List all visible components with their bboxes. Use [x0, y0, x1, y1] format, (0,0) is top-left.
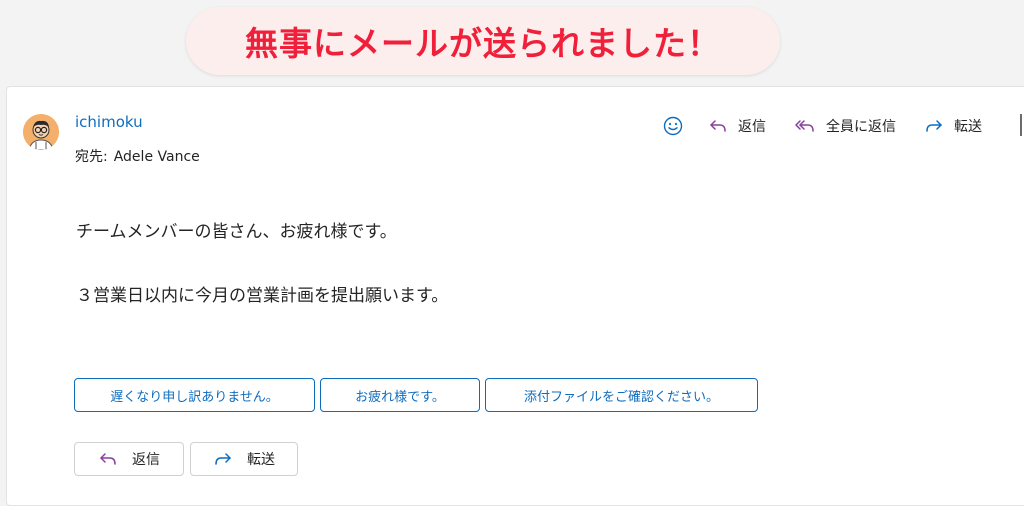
to-label: 宛先:	[75, 149, 108, 165]
bottom-reply-button[interactable]: 返信	[74, 442, 184, 476]
sent-notification-banner: 無事にメールが送られました！	[186, 7, 780, 75]
reply-arrow-icon	[100, 453, 116, 465]
message-body-line: ３営業日以内に今月の営業計画を提出願います。	[76, 286, 449, 306]
sender-name[interactable]: ichimoku	[75, 113, 143, 131]
message-body-line: チームメンバーの皆さん、お疲れ様です。	[76, 222, 397, 242]
forward-arrow-icon	[926, 120, 942, 132]
reply-all-button[interactable]: 全員に返信	[794, 116, 896, 136]
smiley-icon	[663, 116, 683, 136]
bottom-forward-label: 転送	[247, 452, 275, 468]
avatar[interactable]	[23, 114, 59, 150]
recipient-line: 宛先: Adele Vance	[75, 146, 200, 166]
avatar-icon	[23, 114, 59, 150]
suggested-reply-button[interactable]: お疲れ様です。	[320, 378, 480, 412]
reply-all-icon	[795, 120, 814, 132]
suggested-reply-button[interactable]: 添付ファイルをご確認ください。	[485, 378, 758, 412]
bottom-forward-button[interactable]: 転送	[190, 442, 298, 476]
reply-label: 返信	[738, 119, 766, 135]
bottom-reply-label: 返信	[132, 452, 160, 468]
reply-arrow-icon	[710, 120, 726, 132]
forward-label: 転送	[954, 119, 982, 135]
reply-all-label: 全員に返信	[826, 119, 896, 135]
message-actions: 返信 全員に返信 転送	[662, 113, 982, 139]
suggested-reply-button[interactable]: 遅くなり申し訳ありません。	[74, 378, 315, 412]
forward-button[interactable]: 転送	[924, 116, 982, 136]
toolbar-divider	[1020, 114, 1022, 136]
reply-button[interactable]: 返信	[708, 116, 766, 136]
forward-arrow-icon	[215, 453, 231, 465]
sent-notification-text: 無事にメールが送られました！	[245, 24, 721, 63]
recipient-name[interactable]: Adele Vance	[114, 149, 200, 165]
emoji-reaction-button[interactable]	[662, 115, 684, 137]
